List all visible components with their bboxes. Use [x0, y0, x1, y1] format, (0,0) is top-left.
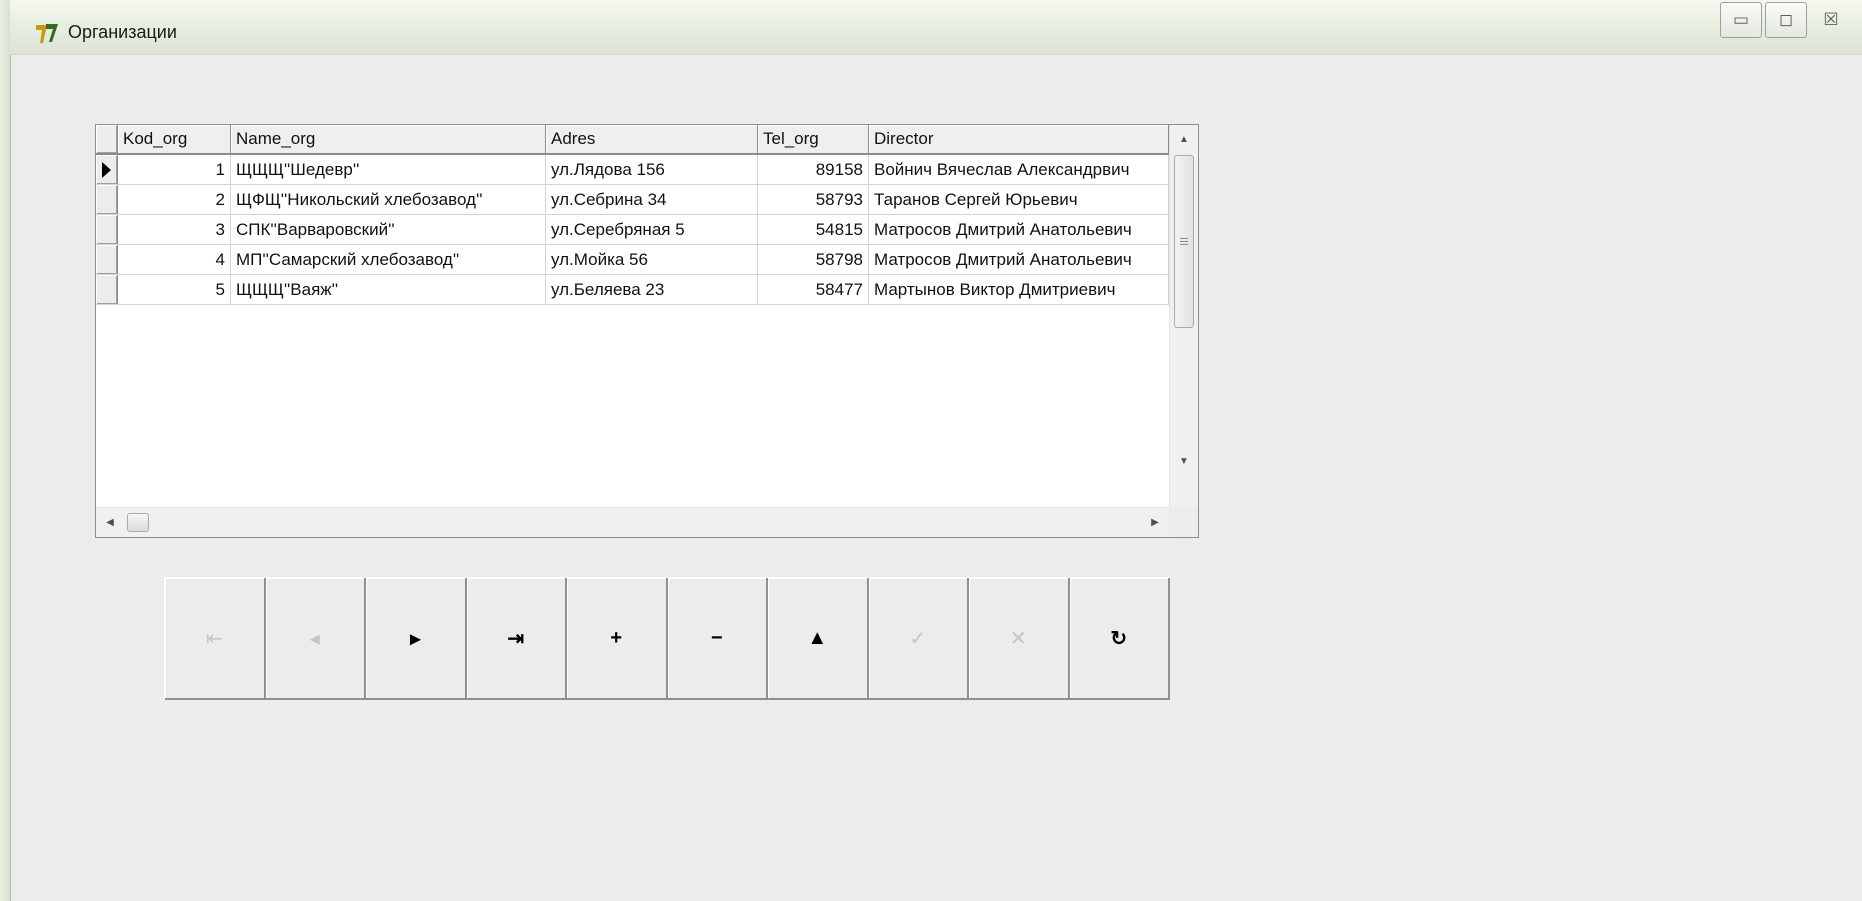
cell-adres[interactable]: ул.Серебряная 5	[546, 215, 758, 244]
cell-kod-org[interactable]: 4	[118, 245, 231, 274]
cell-adres[interactable]: ул.Себрина 34	[546, 185, 758, 214]
cell-kod-org[interactable]: 5	[118, 275, 231, 304]
vertical-scroll-thumb[interactable]	[1174, 155, 1194, 328]
table-row[interactable]: 1 ЩЩЩ''Шедевр'' ул.Лядова 156 89158 Войн…	[96, 155, 1169, 185]
organizations-grid[interactable]: Kod_org Name_org Adres Tel_org Director …	[95, 124, 1199, 538]
cell-director[interactable]: Таранов Сергей Юрьевич	[869, 185, 1169, 214]
plus-icon: +	[610, 626, 623, 649]
scroll-right-arrow-icon[interactable]: ▶	[1143, 508, 1167, 536]
checkmark-icon: ✓	[909, 627, 927, 650]
row-indicator[interactable]	[96, 275, 118, 304]
db-navigator: ⇤ ◂ ▸ ⇥ + − ▲ ✓ ✕ ↻	[164, 577, 1170, 700]
window-frame-left	[0, 0, 11, 901]
table-row[interactable]: 4 МП''Самарский хлебозавод'' ул.Мойка 56…	[96, 245, 1169, 275]
title-bar[interactable]: Организации ▭ ◻ ☒	[10, 0, 1862, 55]
refresh-button[interactable]: ↻	[1069, 578, 1170, 700]
prior-record-button[interactable]: ◂	[265, 578, 366, 700]
next-record-icon: ▸	[410, 627, 421, 650]
header-indicator-cell	[96, 125, 118, 153]
post-edit-button[interactable]: ✓	[868, 578, 969, 700]
cell-tel-org[interactable]: 89158	[758, 155, 869, 184]
row-indicator[interactable]	[96, 185, 118, 214]
column-header-name-org[interactable]: Name_org	[231, 125, 546, 153]
first-record-button[interactable]: ⇤	[165, 578, 266, 700]
column-header-adres[interactable]: Adres	[546, 125, 758, 153]
window-title: Организации	[68, 22, 177, 42]
row-indicator[interactable]	[96, 245, 118, 274]
current-row-arrow-icon	[102, 162, 111, 178]
maximize-button[interactable]: ◻	[1765, 2, 1807, 38]
next-record-button[interactable]: ▸	[366, 578, 467, 700]
minimize-button[interactable]: ▭	[1720, 2, 1762, 38]
prior-record-icon: ◂	[309, 627, 320, 650]
cell-kod-org[interactable]: 1	[118, 155, 231, 184]
scroll-left-arrow-icon[interactable]: ◀	[98, 508, 122, 536]
cell-name-org[interactable]: ЩФЩ''Никольский хлебозавод''	[231, 185, 546, 214]
vertical-scrollbar[interactable]: ▲ ▼	[1169, 125, 1198, 507]
scroll-up-arrow-icon[interactable]: ▲	[1170, 127, 1198, 151]
cell-director[interactable]: Мартынов Виктор Дмитриевич	[869, 275, 1169, 304]
table-row[interactable]: 3 СПК''Варваровский'' ул.Серебряная 5 54…	[96, 215, 1169, 245]
grid-header: Kod_org Name_org Adres Tel_org Director	[96, 125, 1169, 155]
cell-name-org[interactable]: МП''Самарский хлебозавод''	[231, 245, 546, 274]
cell-tel-org[interactable]: 58798	[758, 245, 869, 274]
table-row[interactable]: 2 ЩФЩ''Никольский хлебозавод'' ул.Себрин…	[96, 185, 1169, 215]
cell-director[interactable]: Войнич Вячеслав Александрвич	[869, 155, 1169, 184]
edit-triangle-icon: ▲	[807, 626, 828, 649]
cell-name-org[interactable]: ЩЩЩ''Шедевр''	[231, 155, 546, 184]
refresh-icon: ↻	[1110, 627, 1128, 650]
column-header-kod-org[interactable]: Kod_org	[118, 125, 231, 153]
last-record-button[interactable]: ⇥	[466, 578, 567, 700]
cell-director[interactable]: Матросов Дмитрий Анатольевич	[869, 215, 1169, 244]
minus-icon: −	[710, 626, 723, 649]
horizontal-scrollbar[interactable]: ◀ ▶	[96, 507, 1169, 537]
first-record-icon: ⇤	[205, 627, 223, 650]
app-icon	[36, 24, 58, 43]
column-header-director[interactable]: Director	[869, 125, 1169, 153]
last-record-icon: ⇥	[507, 627, 525, 650]
cell-director[interactable]: Матросов Дмитрий Анатольевич	[869, 245, 1169, 274]
cell-kod-org[interactable]: 3	[118, 215, 231, 244]
horizontal-scroll-thumb[interactable]	[127, 513, 149, 532]
scroll-down-arrow-icon[interactable]: ▼	[1170, 449, 1198, 473]
cell-name-org[interactable]: СПК''Варваровский''	[231, 215, 546, 244]
cell-name-org[interactable]: ЩЩЩ''Ваяж''	[231, 275, 546, 304]
close-button[interactable]: ☒	[1810, 2, 1852, 38]
row-indicator[interactable]	[96, 215, 118, 244]
edit-record-button[interactable]: ▲	[768, 578, 869, 700]
cell-adres[interactable]: ул.Лядова 156	[546, 155, 758, 184]
delete-record-button[interactable]: −	[667, 578, 768, 700]
row-indicator[interactable]	[96, 155, 118, 184]
insert-record-button[interactable]: +	[567, 578, 668, 700]
cell-adres[interactable]: ул.Мойка 56	[546, 245, 758, 274]
cell-kod-org[interactable]: 2	[118, 185, 231, 214]
table-row[interactable]: 5 ЩЩЩ''Ваяж'' ул.Беляева 23 58477 Мартын…	[96, 275, 1169, 305]
cell-tel-org[interactable]: 58793	[758, 185, 869, 214]
cell-adres[interactable]: ул.Беляева 23	[546, 275, 758, 304]
scrollbar-corner	[1169, 507, 1198, 537]
cell-tel-org[interactable]: 54815	[758, 215, 869, 244]
cancel-edit-button[interactable]: ✕	[969, 578, 1070, 700]
cancel-x-icon: ✕	[1009, 627, 1027, 650]
column-header-tel-org[interactable]: Tel_org	[758, 125, 869, 153]
cell-tel-org[interactable]: 58477	[758, 275, 869, 304]
